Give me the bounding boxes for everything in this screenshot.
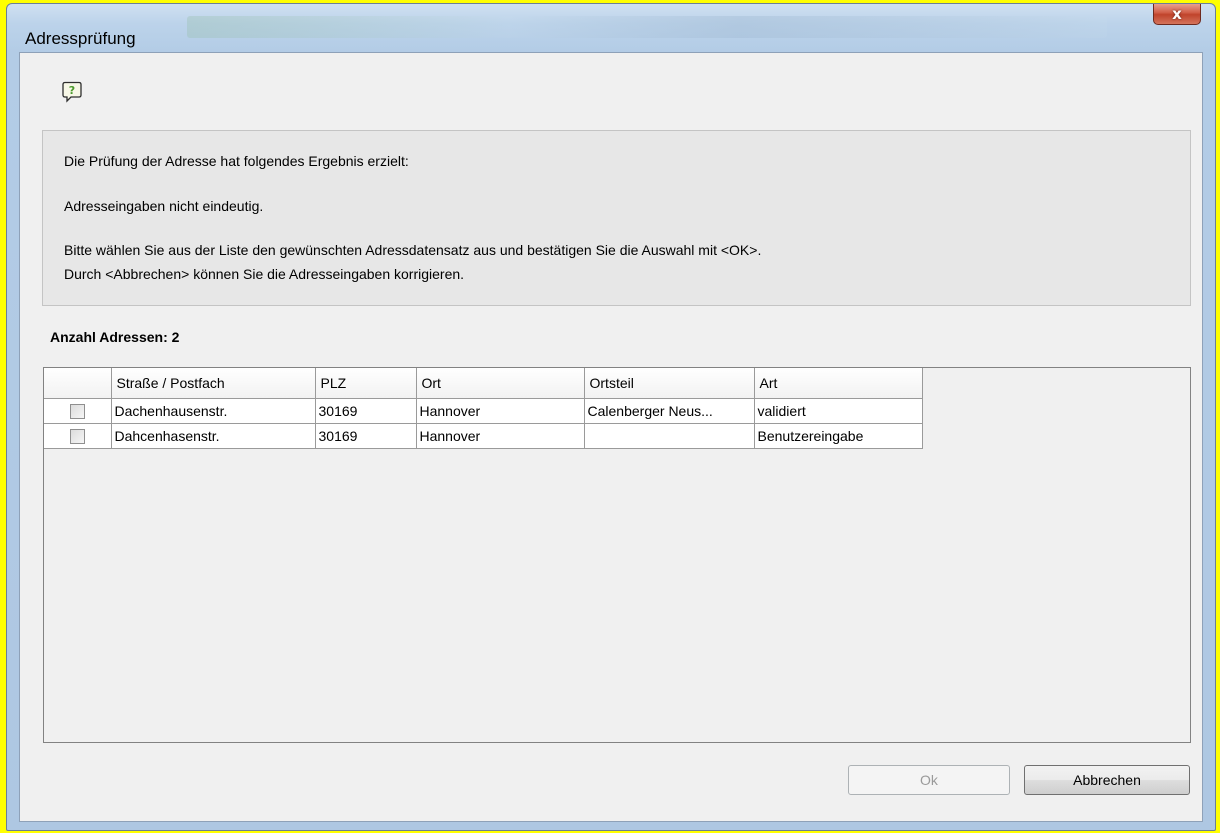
address-table: Straße / Postfach PLZ Ort Ortsteil Art D… [44,368,923,449]
close-button[interactable]: x [1153,4,1201,25]
cell-ort: Hannover [415,397,585,424]
dialog-client-area: ? Die Prüfung der Adresse hat folgendes … [19,52,1203,822]
info-line-status: Adresseingaben nicht eindeutig. [64,198,264,214]
ok-button[interactable]: Ok [848,765,1010,795]
cell-strasse: Dahcenhasenstr. [110,422,316,449]
help-icon[interactable]: ? [62,81,82,103]
cell-ortsteil [583,422,755,449]
row-checkbox[interactable] [69,403,85,419]
cell-plz: 30169 [314,397,417,424]
row-checkbox[interactable] [69,428,85,444]
dialog-window: Adressprüfung x ? Die Prüfung der Adress… [6,3,1216,831]
address-count-label: Anzahl Adressen: 2 [50,329,180,345]
info-line-cancel-hint: Durch <Abbrechen> können Sie die Adresse… [64,266,465,282]
svg-text:?: ? [69,84,75,97]
cancel-button[interactable]: Abbrechen [1024,765,1190,795]
titlebar-background [187,16,1107,38]
column-header-strasse[interactable]: Straße / Postfach [110,368,316,399]
result-info-panel: Die Prüfung der Adresse hat folgendes Er… [42,130,1191,306]
column-header-art[interactable]: Art [753,368,923,399]
cell-art: validiert [753,397,923,424]
window-title: Adressprüfung [25,29,136,48]
column-header-select[interactable] [44,368,112,399]
address-table-container: Straße / Postfach PLZ Ort Ortsteil Art D… [43,367,1191,743]
cell-art: Benutzereingabe [753,422,923,449]
table-row[interactable]: Dachenhausenstr. 30169 Hannover Calenber… [44,397,923,424]
row-select-cell[interactable] [44,397,112,424]
close-icon: x [1172,4,1182,23]
cell-ortsteil: Calenberger Neus... [583,397,755,424]
info-line-result: Die Prüfung der Adresse hat folgendes Er… [64,153,409,169]
column-header-plz[interactable]: PLZ [314,368,417,399]
info-line-instruction: Bitte wählen Sie aus der Liste den gewün… [64,242,762,258]
cell-plz: 30169 [314,422,417,449]
cell-strasse: Dachenhausenstr. [110,397,316,424]
table-row[interactable]: Dahcenhasenstr. 30169 Hannover Benutzere… [44,422,923,449]
row-select-cell[interactable] [44,422,112,449]
table-header-row: Straße / Postfach PLZ Ort Ortsteil Art [44,368,923,399]
column-header-ort[interactable]: Ort [415,368,585,399]
cell-ort: Hannover [415,422,585,449]
column-header-ortsteil[interactable]: Ortsteil [583,368,755,399]
